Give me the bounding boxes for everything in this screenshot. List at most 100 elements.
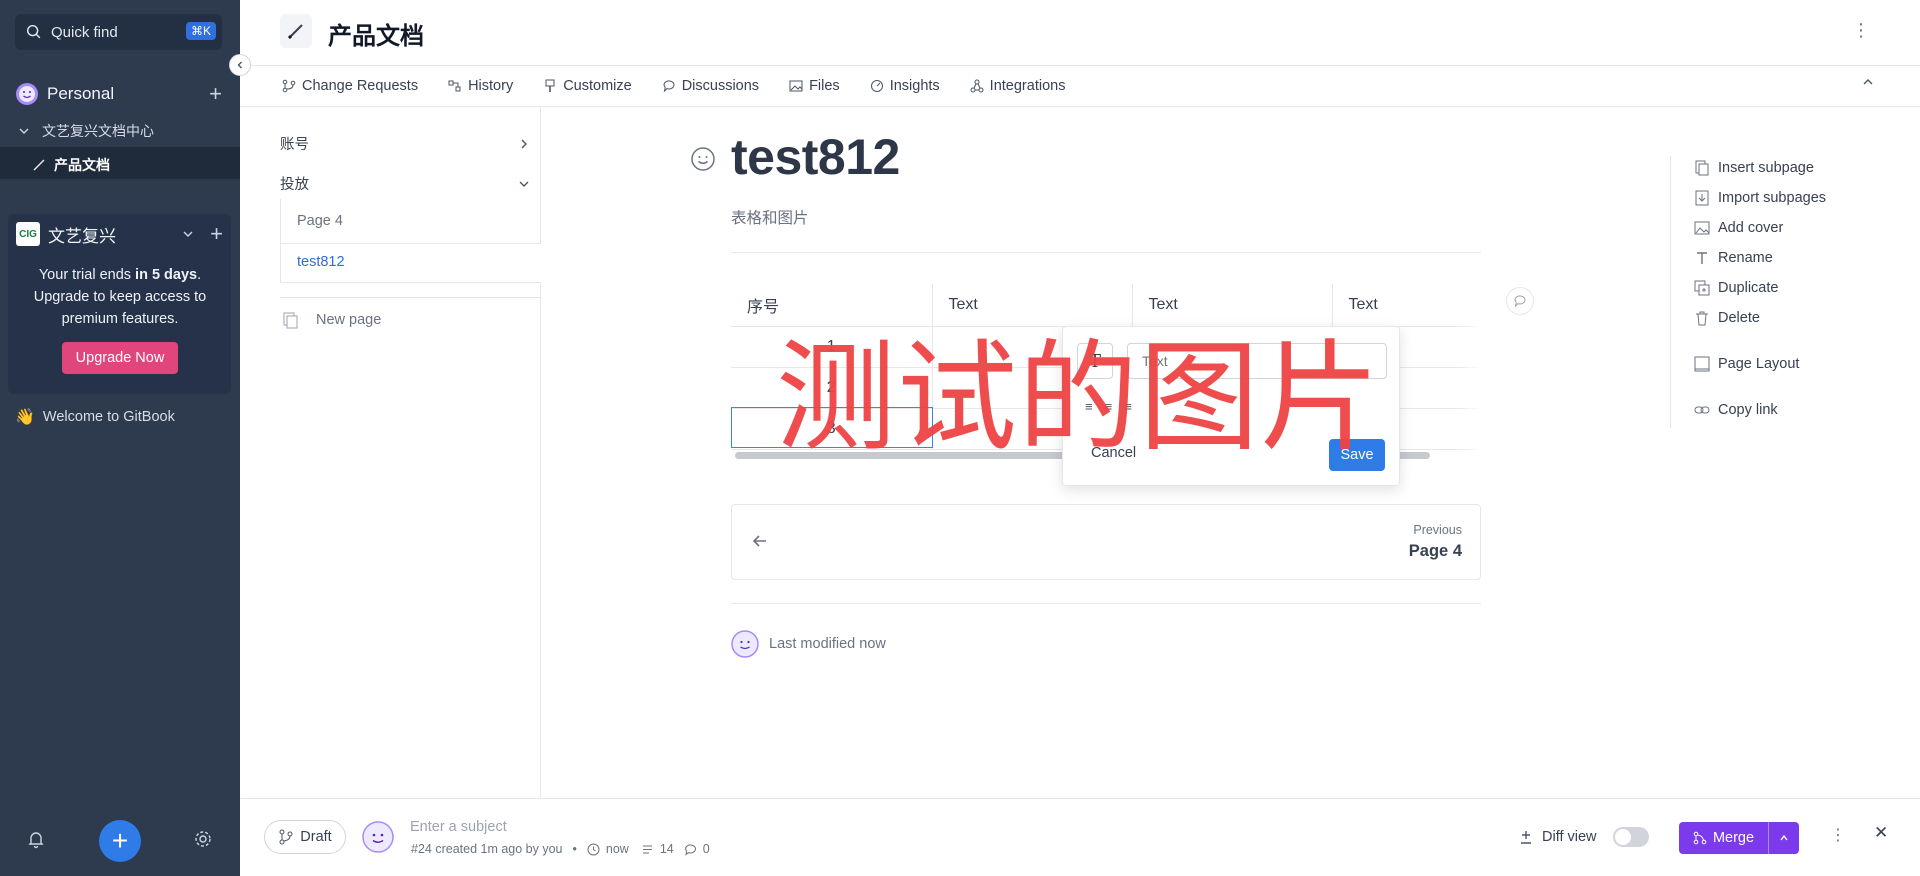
document-description[interactable]: 表格和图片 — [731, 206, 809, 228]
align-right-icon[interactable]: ≡ — [1124, 399, 1132, 414]
personal-space[interactable]: Personal + — [15, 81, 222, 107]
action-label: Duplicate — [1718, 280, 1779, 296]
tree-group-account[interactable]: 账号 — [280, 133, 530, 154]
document-title[interactable]: test812 — [731, 128, 900, 186]
divider — [731, 252, 1481, 253]
merge-options[interactable] — [1769, 833, 1799, 843]
close-icon[interactable]: ✕ — [1874, 823, 1888, 843]
delete-action[interactable]: Delete — [1694, 310, 1760, 326]
cell-edit-popup: T ≡ ≡ ≡ Cancel Save — [1062, 326, 1400, 486]
actions-divider — [1670, 156, 1671, 428]
quick-find-button[interactable]: Quick find ⌘K — [15, 14, 222, 50]
arrow-left-icon — [752, 535, 766, 547]
tree-item-test812: test812 — [297, 254, 345, 270]
rename-action[interactable]: Rename — [1694, 250, 1773, 266]
table-cell[interactable]: 2 — [731, 367, 933, 409]
shortcut-badge: ⌘K — [185, 22, 216, 40]
create-button[interactable]: + — [99, 820, 141, 862]
tree-item-selected[interactable]: test812 — [280, 243, 541, 283]
diff-view-toggle[interactable]: Diff view — [1518, 827, 1649, 847]
pencil-icon — [33, 159, 45, 171]
add-icon[interactable]: + — [209, 81, 222, 107]
history-icon — [448, 80, 461, 92]
page-icon-button[interactable] — [280, 14, 312, 48]
text-type-icon[interactable]: T — [1077, 343, 1113, 379]
page-layout-action[interactable]: Page Layout — [1694, 356, 1799, 372]
tab-customize[interactable]: Customize — [543, 78, 632, 94]
sidebar-item-label: 产品文档 — [54, 157, 110, 173]
table-header-cell[interactable]: Text — [1132, 284, 1333, 327]
merge-button[interactable]: Merge — [1679, 822, 1799, 854]
trial-days: in 5 days — [135, 267, 198, 283]
more-options-icon[interactable]: ⋮ — [1852, 20, 1870, 41]
more-options-icon[interactable]: ⋮ — [1830, 825, 1846, 845]
table-header-cell[interactable]: Text — [932, 284, 1133, 327]
tab-integrations[interactable]: Integrations — [970, 78, 1065, 94]
sidebar-item-label: 文艺复兴文档中心 — [42, 123, 154, 139]
table-header-cell[interactable]: 序号 — [731, 284, 933, 327]
merge-main[interactable]: Merge — [1679, 822, 1769, 854]
upgrade-now-button[interactable]: Upgrade Now — [62, 342, 178, 374]
previous-label: Previous — [1413, 523, 1462, 537]
tab-label: History — [468, 78, 514, 94]
image-icon — [789, 80, 803, 92]
diff-view-switch[interactable] — [1612, 827, 1649, 847]
trash-icon — [1696, 311, 1708, 326]
table-overflow-fade — [1460, 284, 1481, 464]
tree-item-page-4[interactable]: Page 4 — [297, 213, 343, 229]
add-icon[interactable]: + — [210, 221, 223, 247]
image-icon — [1694, 221, 1710, 235]
chevron-up-icon[interactable] — [1862, 76, 1874, 88]
last-modified-info: Last modified now — [731, 630, 886, 658]
cell-text-input[interactable] — [1127, 343, 1387, 379]
cancel-button[interactable]: Cancel — [1091, 445, 1136, 461]
add-comment-button[interactable] — [1506, 287, 1534, 315]
tab-insights[interactable]: Insights — [870, 78, 940, 94]
org-space[interactable]: CIG 文艺复兴 + — [16, 221, 223, 247]
save-button[interactable]: Save — [1329, 439, 1385, 471]
chevron-down-icon[interactable] — [182, 228, 194, 240]
table-header-cell[interactable]: Text — [1332, 284, 1481, 327]
sidebar-item-page[interactable]: 产品文档 — [32, 155, 110, 175]
tab-history[interactable]: History — [448, 78, 513, 94]
waving-hand-icon: 👋 — [15, 409, 35, 426]
previous-page-card[interactable]: Previous Page 4 — [731, 504, 1481, 580]
new-page-button[interactable]: New page — [280, 297, 541, 341]
insert-subpage-action[interactable]: Insert subpage — [1694, 160, 1814, 176]
draft-status-button[interactable]: Draft — [264, 820, 346, 854]
table-cell[interactable]: 1 — [731, 326, 933, 368]
branch-icon — [279, 829, 293, 845]
add-cover-action[interactable]: Add cover — [1694, 220, 1783, 236]
subject-input[interactable]: Enter a subject — [410, 819, 507, 835]
last-modified-label: Last modified now — [769, 636, 886, 652]
sidebar-item-space[interactable]: 文艺复兴文档中心 — [18, 121, 154, 141]
pencil-icon — [287, 24, 303, 40]
gear-icon[interactable] — [193, 829, 213, 849]
text-icon — [1697, 252, 1707, 264]
chevron-right-icon — [521, 139, 527, 148]
change-request-bar: Draft Enter a subject #24 created 1m ago… — [240, 798, 1920, 876]
add-emoji-icon[interactable] — [690, 146, 716, 172]
tab-change-requests[interactable]: Change Requests — [282, 78, 418, 94]
copy-link-action[interactable]: Copy link — [1694, 402, 1778, 418]
edits-icon — [642, 845, 652, 853]
alignment-controls: ≡ ≡ ≡ — [1085, 399, 1132, 414]
bell-icon[interactable] — [26, 829, 46, 849]
merge-icon — [1693, 831, 1707, 845]
selected-cell-outline — [731, 407, 933, 448]
align-left-icon[interactable]: ≡ — [1085, 399, 1093, 414]
align-center-icon[interactable]: ≡ — [1105, 399, 1113, 414]
import-subpages-action[interactable]: Import subpages — [1694, 190, 1826, 206]
new-page-label: New page — [316, 311, 382, 328]
welcome-link[interactable]: 👋 Welcome to GitBook — [15, 407, 175, 427]
action-label: Page Layout — [1718, 356, 1800, 372]
duplicate-action[interactable]: Duplicate — [1694, 280, 1778, 296]
tab-label: Discussions — [681, 78, 760, 94]
org-name: 文艺复兴 — [48, 226, 116, 246]
tree-group-launch[interactable]: 投放 — [280, 173, 530, 194]
tab-discussions[interactable]: Discussions — [662, 78, 759, 94]
trial-message: Your trial ends in 5 days. Upgrade to ke… — [20, 264, 220, 330]
org-card: CIG 文艺复兴 + Your trial ends in 5 days. Up… — [8, 214, 231, 394]
collapse-sidebar-button[interactable] — [229, 54, 251, 76]
tab-files[interactable]: Files — [789, 78, 840, 94]
